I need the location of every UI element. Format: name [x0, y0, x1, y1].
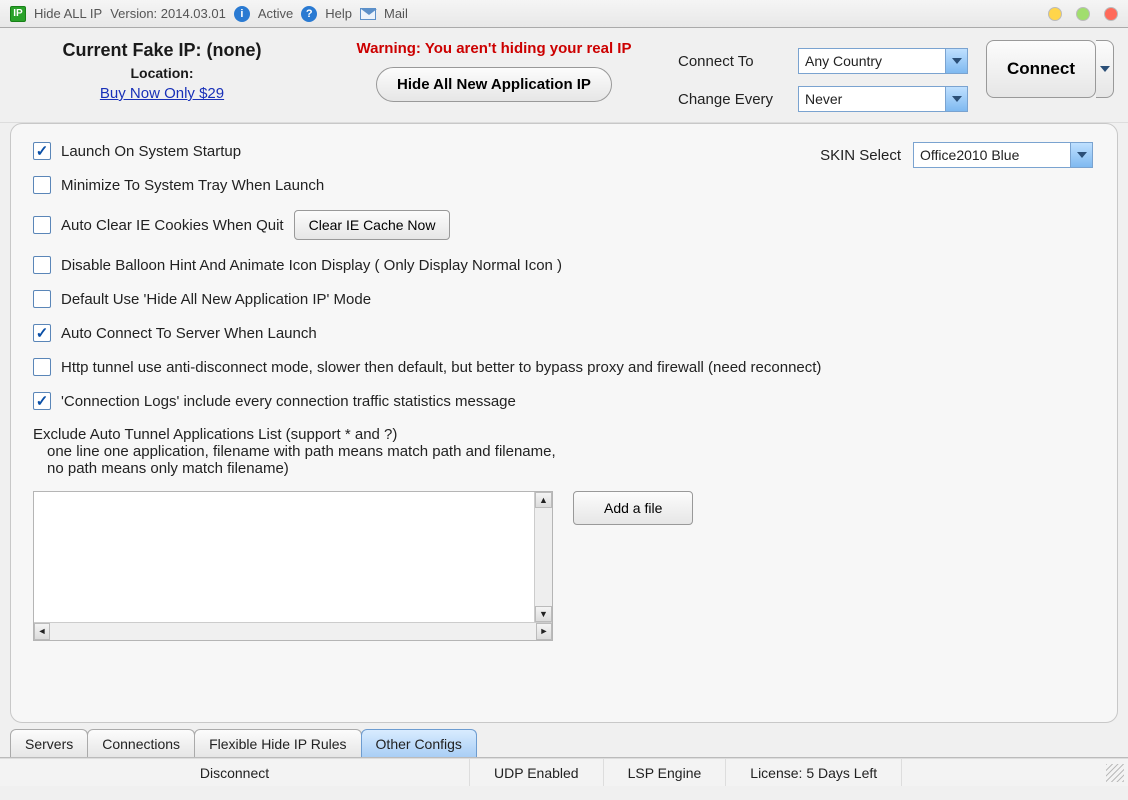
ip-block: Current Fake IP: (none) Location: Buy No…: [14, 40, 310, 102]
statusbar: Disconnect UDP Enabled LSP Engine Licens…: [0, 758, 1128, 786]
checkbox-default-hide[interactable]: [33, 290, 51, 308]
status-license: License: 5 Days Left: [726, 759, 902, 786]
vertical-scrollbar[interactable]: ▲ ▼: [534, 492, 552, 622]
horizontal-scrollbar[interactable]: ◄ ►: [34, 622, 552, 640]
settings-panel: SKIN Select Office2010 Blue Launch On Sy…: [10, 123, 1118, 723]
exclude-list-textarea[interactable]: ▲ ▼ ◄ ►: [33, 491, 553, 641]
mail-label[interactable]: Mail: [384, 6, 408, 21]
checkbox-auto-connect[interactable]: [33, 324, 51, 342]
tab-servers[interactable]: Servers: [10, 729, 88, 757]
help-icon[interactable]: ?: [301, 6, 317, 22]
connect-button-group: Connect: [986, 40, 1114, 98]
clear-ie-cache-button[interactable]: Clear IE Cache Now: [294, 210, 451, 240]
checkbox-launch-startup[interactable]: [33, 142, 51, 160]
scroll-left-icon[interactable]: ◄: [34, 623, 50, 640]
connect-button[interactable]: Connect: [986, 40, 1096, 98]
checkbox-disable-balloon[interactable]: [33, 256, 51, 274]
warning-text: Warning: You aren't hiding your real IP: [357, 40, 632, 57]
change-every-value: Never: [799, 91, 945, 107]
scroll-up-icon[interactable]: ▲: [535, 492, 552, 508]
mail-icon[interactable]: [360, 8, 376, 20]
resize-grip-icon[interactable]: [1106, 764, 1124, 782]
hide-all-ip-button[interactable]: Hide All New Application IP: [376, 67, 612, 102]
app-name: Hide ALL IP: [34, 6, 102, 21]
location-label: Location:: [14, 65, 310, 81]
skin-select-row: SKIN Select Office2010 Blue: [820, 142, 1093, 168]
tab-flexible-rules[interactable]: Flexible Hide IP Rules: [194, 729, 361, 757]
buy-now-link[interactable]: Buy Now Only $29: [100, 85, 224, 102]
status-disconnect: Disconnect: [0, 759, 470, 786]
current-fake-ip: Current Fake IP: (none): [14, 40, 310, 61]
maximize-button[interactable]: [1076, 7, 1090, 21]
tab-connections[interactable]: Connections: [87, 729, 195, 757]
connection-options: Connect To Any Country Change Every Neve…: [678, 40, 968, 112]
checkbox-minimize-tray[interactable]: [33, 176, 51, 194]
info-icon[interactable]: i: [234, 6, 250, 22]
bottom-tabs: Servers Connections Flexible Hide IP Rul…: [0, 729, 1128, 758]
exclude-line1: one line one application, filename with …: [47, 443, 1095, 460]
skin-select-combo[interactable]: Office2010 Blue: [913, 142, 1093, 168]
chevron-down-icon[interactable]: [945, 87, 967, 111]
scroll-down-icon[interactable]: ▼: [535, 606, 552, 622]
app-version: Version: 2014.03.01: [110, 6, 226, 21]
label-disable-balloon: Disable Balloon Hint And Animate Icon Di…: [61, 257, 562, 274]
checkbox-http-tunnel[interactable]: [33, 358, 51, 376]
label-connection-logs: 'Connection Logs' include every connecti…: [61, 393, 516, 410]
minimize-button[interactable]: [1048, 7, 1062, 21]
status-udp: UDP Enabled: [470, 759, 604, 786]
checkbox-connection-logs[interactable]: [33, 392, 51, 410]
change-every-label: Change Every: [678, 91, 788, 108]
exclude-block: Exclude Auto Tunnel Applications List (s…: [33, 426, 1095, 641]
label-auto-connect: Auto Connect To Server When Launch: [61, 325, 317, 342]
status-label: Active: [258, 6, 293, 21]
connect-dropdown[interactable]: [1096, 40, 1114, 98]
connect-to-value: Any Country: [799, 53, 945, 69]
connect-to-combo[interactable]: Any Country: [798, 48, 968, 74]
scroll-right-icon[interactable]: ►: [536, 623, 552, 640]
change-every-combo[interactable]: Never: [798, 86, 968, 112]
label-minimize-tray: Minimize To System Tray When Launch: [61, 177, 324, 194]
exclude-line2: no path means only match filename): [47, 460, 1095, 477]
label-clear-cookies: Auto Clear IE Cookies When Quit: [61, 217, 284, 234]
connect-to-label: Connect To: [678, 53, 788, 70]
skin-select-value: Office2010 Blue: [914, 147, 1070, 163]
header: Current Fake IP: (none) Location: Buy No…: [0, 28, 1128, 123]
app-shield-icon: IP: [10, 6, 26, 22]
skin-select-label: SKIN Select: [820, 147, 901, 164]
label-default-hide: Default Use 'Hide All New Application IP…: [61, 291, 371, 308]
label-http-tunnel: Http tunnel use anti-disconnect mode, sl…: [61, 359, 821, 376]
label-launch-startup: Launch On System Startup: [61, 143, 241, 160]
add-file-button[interactable]: Add a file: [573, 491, 693, 525]
chevron-down-icon[interactable]: [1070, 143, 1092, 167]
chevron-down-icon[interactable]: [945, 49, 967, 73]
tab-other-configs[interactable]: Other Configs: [361, 729, 477, 757]
header-mid: Warning: You aren't hiding your real IP …: [324, 40, 664, 102]
titlebar: IP Hide ALL IP Version: 2014.03.01 i Act…: [0, 0, 1128, 28]
help-label[interactable]: Help: [325, 6, 352, 21]
checkbox-clear-cookies[interactable]: [33, 216, 51, 234]
status-lsp: LSP Engine: [604, 759, 727, 786]
exclude-title: Exclude Auto Tunnel Applications List (s…: [33, 426, 1095, 443]
close-button[interactable]: [1104, 7, 1118, 21]
